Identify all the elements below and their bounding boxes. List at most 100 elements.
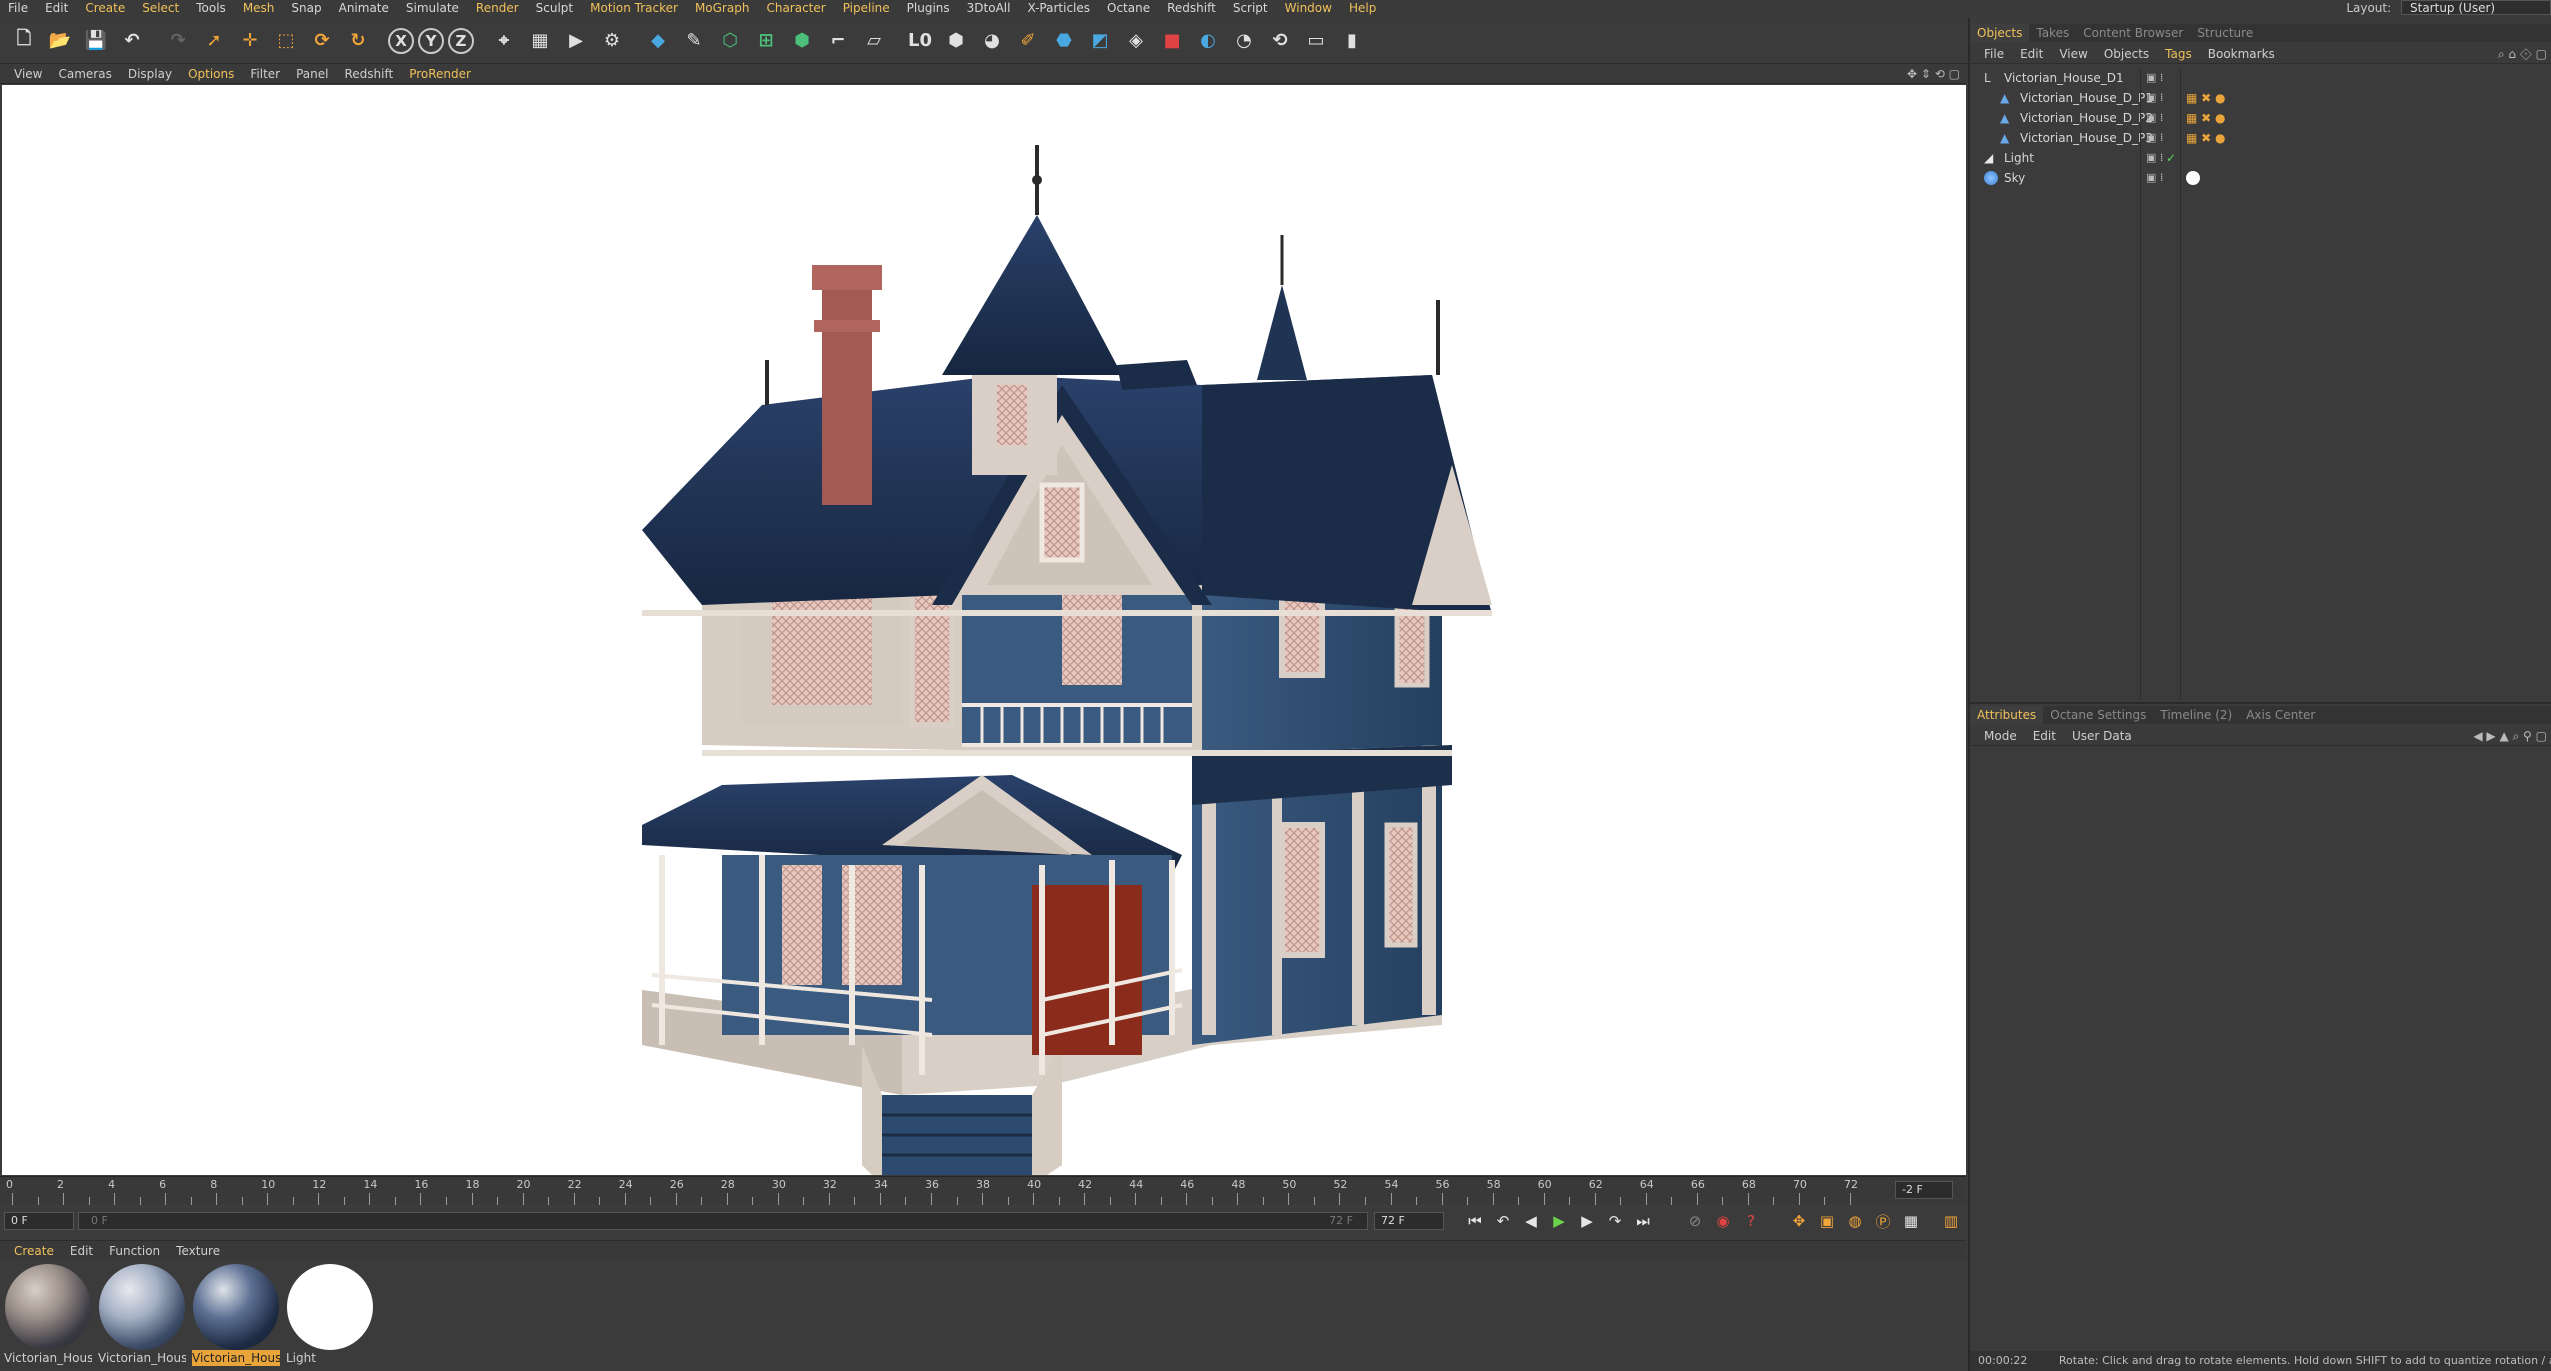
tab-content-browser[interactable]: Content Browser [2076,24,2190,42]
octane-material-icon[interactable]: ◔ [1228,25,1260,57]
octane-camera-icon[interactable]: ▮ [1336,25,1368,57]
next-key-icon[interactable]: ↷ [1602,1208,1628,1234]
array-icon[interactable]: ⊞ [750,25,782,57]
rotate-icon[interactable]: ⟳ [306,25,338,57]
material-menu-texture[interactable]: Texture [168,1241,228,1261]
undo-icon[interactable]: ↶ [116,25,148,57]
scale-icon[interactable]: ⬚ [270,25,302,57]
previous-frame-icon[interactable]: ◀ [1518,1208,1544,1234]
visibility-toggle-icon[interactable]: ▣ ⁞ [2146,128,2163,148]
attributes-menu-mode[interactable]: Mode [1976,726,2025,746]
object-row[interactable]: ◢ Light ▣ ⁞ ✓ [1970,148,2551,168]
key-pla-icon[interactable]: ▦ [1898,1208,1924,1234]
redo-icon[interactable]: ↷ [162,25,194,57]
viewport-menu-options[interactable]: Options [180,64,242,84]
menu-pipeline[interactable]: Pipeline [835,0,899,17]
pen-icon[interactable]: ✎ [678,25,710,57]
autokey-icon[interactable]: ? [1738,1208,1764,1234]
object-row[interactable]: L Victorian_House_D1 ▣ ⁞ [1970,68,2551,88]
material-tag-icon[interactable]: ▦ ✖ ● [2186,88,2226,108]
attributes-nav-icons[interactable]: ◀ ▶ ▲ ⌕ ⚲ ▢ [2473,726,2547,746]
menu-octane[interactable]: Octane [1099,0,1159,17]
layout-dropdown[interactable]: Startup (User) [2401,0,2551,15]
menu-help[interactable]: Help [1341,0,1385,17]
enabled-check-icon[interactable]: ✓ [2166,148,2176,168]
material-tag-icon[interactable]: ▦ ✖ ● [2186,128,2226,148]
visibility-toggle-icon[interactable]: ▣ ⁞ [2146,148,2163,168]
coordinate-system-icon[interactable]: ⌖ [488,25,520,57]
cube-icon[interactable]: ◆ [642,25,674,57]
menu-3dtoall[interactable]: 3DtoAll [959,0,1020,17]
material-menu-function[interactable]: Function [101,1241,168,1261]
tab-octane-settings[interactable]: Octane Settings [2043,706,2153,724]
viewport-nav-icons[interactable]: ✥ ⇕ ⟲ ▢ [1907,64,1966,84]
floor-icon[interactable]: ▱ [858,25,890,57]
new-scene-icon[interactable]: 🗋 [8,25,40,57]
menu-character[interactable]: Character [758,0,834,17]
menu-mograph[interactable]: MoGraph [687,0,759,17]
viewport-menu-view[interactable]: View [6,64,50,84]
menu-plugins[interactable]: Plugins [899,0,959,17]
object-row[interactable]: ▲ Victorian_House_D_P3 ▣ ⁞ ▦ ✖ ● [1970,128,2551,148]
material-menu-create[interactable]: Create [6,1241,62,1261]
visibility-toggle-icon[interactable]: ▣ ⁞ [2146,168,2163,188]
visibility-toggle-icon[interactable]: ▣ ⁞ [2146,108,2163,128]
object-manager-search-icon[interactable]: ⌕ ⌂ ⟐ ▢ [2498,44,2547,64]
object-row[interactable]: ▲ Victorian_House_D_P2 ▣ ⁞ ▦ ✖ ● [1970,108,2551,128]
object-row[interactable]: Sky ▣ ⁞ [1970,168,2551,188]
frame-range-slider[interactable]: 0 F 72 F [78,1212,1368,1230]
visibility-toggle-icon[interactable]: ▣ ⁞ [2146,68,2163,88]
menu-animate[interactable]: Animate [331,0,398,17]
objects-menu-bookmarks[interactable]: Bookmarks [2200,44,2283,64]
menu-simulate[interactable]: Simulate [398,0,468,17]
recent-tool-icon[interactable]: ↻ [342,25,374,57]
octane-settings-icon[interactable]: ⟲ [1264,25,1296,57]
menu-create[interactable]: Create [77,0,134,17]
menu-select[interactable]: Select [134,0,188,17]
material-menu-edit[interactable]: Edit [62,1241,101,1261]
light-icon[interactable]: L0 [904,25,936,57]
go-to-start-icon[interactable]: ⏮ [1462,1208,1488,1234]
menu-tools[interactable]: Tools [188,0,235,17]
start-frame-field[interactable]: 0 F [4,1212,74,1230]
viewport-menu-display[interactable]: Display [120,64,180,84]
sky-tag-icon[interactable] [2186,171,2200,185]
key-position-icon[interactable]: ✥ [1786,1208,1812,1234]
menu-file[interactable]: File [0,0,37,17]
object-row[interactable]: ▲ Victorian_House_D_P1 ▣ ⁞ ▦ ✖ ● [1970,88,2551,108]
menu-window[interactable]: Window [1277,0,1341,17]
3d-viewport[interactable] [2,85,1966,1175]
open-icon[interactable]: 📂 [44,25,76,57]
viewport-menu-cameras[interactable]: Cameras [50,64,119,84]
x-axis-icon[interactable]: X [388,27,414,54]
viewport-menu-panel[interactable]: Panel [288,64,336,84]
timeline-layout-icon[interactable]: ▥ [1938,1208,1964,1234]
render-region-icon[interactable]: ▦ [524,25,556,57]
material-swatch[interactable]: Light [286,1264,374,1368]
current-frame-field[interactable]: -2 F [1895,1181,1953,1199]
save-icon[interactable]: 💾 [80,25,112,57]
keyframe-selection-icon[interactable]: ⊘ [1682,1208,1708,1234]
material-swatch[interactable]: Victorian_House [192,1264,280,1368]
objects-menu-file[interactable]: File [1976,44,2012,64]
tab-timeline-2[interactable]: Timeline (2) [2153,706,2239,724]
objects-menu-edit[interactable]: Edit [2012,44,2051,64]
key-rotation-icon[interactable]: ◍ [1842,1208,1868,1234]
menu-sculpt[interactable]: Sculpt [528,0,582,17]
viewport-menu-filter[interactable]: Filter [242,64,288,84]
record-icon[interactable]: ◉ [1710,1208,1736,1234]
tab-objects[interactable]: Objects [1970,24,2030,42]
octane-live-icon[interactable]: ◐ [1192,25,1224,57]
objects-menu-objects[interactable]: Objects [2096,44,2157,64]
octane-render-icon[interactable]: ■ [1156,25,1188,57]
objects-menu-view[interactable]: View [2051,44,2095,64]
key-param-icon[interactable]: Ⓟ [1870,1208,1896,1234]
tab-axis-center[interactable]: Axis Center [2239,706,2322,724]
attributes-menu-user-data[interactable]: User Data [2064,726,2140,746]
menu-edit[interactable]: Edit [37,0,77,17]
cloner-icon[interactable]: ⬢ [786,25,818,57]
key-scale-icon[interactable]: ▣ [1814,1208,1840,1234]
go-to-end-icon[interactable]: ⏭ [1630,1208,1656,1234]
paint-icon[interactable]: ✐ [1012,25,1044,57]
viewport-menu-redshift[interactable]: Redshift [336,64,401,84]
